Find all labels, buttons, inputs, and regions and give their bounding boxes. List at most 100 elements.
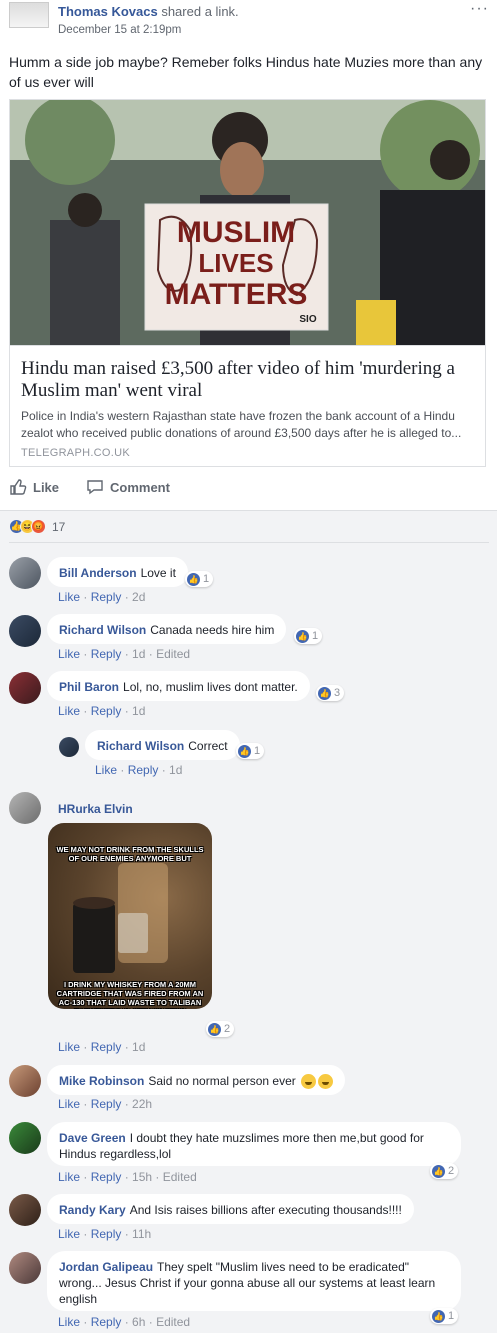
avatar[interactable] bbox=[9, 792, 41, 824]
comment-reactions[interactable]: 👍 2 bbox=[206, 1021, 235, 1037]
comment-bubble: Richard Wilson Canada needs hire him bbox=[47, 614, 287, 644]
avatar[interactable] bbox=[9, 615, 41, 647]
comment-button[interactable]: Comment bbox=[86, 478, 170, 496]
laughing-emoji-icon bbox=[318, 1074, 334, 1090]
angry-icon: 😡 bbox=[31, 519, 46, 534]
comment-image[interactable]: WE MAY NOT DRINK FROM THE SKULLS OF OUR … bbox=[48, 823, 212, 1009]
comment-meta: Like · Reply · 11h bbox=[58, 1227, 152, 1241]
comment-like-link[interactable]: Like bbox=[58, 647, 80, 661]
avatar[interactable] bbox=[9, 557, 41, 589]
avatar[interactable] bbox=[9, 1122, 41, 1154]
comment-reactions[interactable]: 👍 2 bbox=[430, 1163, 459, 1179]
comment-like-link[interactable]: Like bbox=[58, 1227, 80, 1241]
comment-edited[interactable]: Edited bbox=[156, 1315, 190, 1329]
post-actions: Like Comment bbox=[9, 478, 489, 500]
comment-reactions[interactable]: 👍 1 bbox=[185, 571, 214, 587]
comment-reactions[interactable]: 👍 1 bbox=[236, 743, 265, 759]
comment-time[interactable]: 1d bbox=[132, 647, 145, 661]
reply-bubble: Richard Wilson Correct bbox=[85, 730, 240, 760]
comment-text: Lol, no, muslim lives dont matter. bbox=[123, 680, 298, 694]
comment-time[interactable]: 2d bbox=[132, 590, 145, 604]
link-image[interactable]: MUSLIM LIVES MATTERS SIO bbox=[10, 100, 485, 345]
comment-icon bbox=[87, 480, 103, 495]
ellipsis-icon[interactable]: ··· bbox=[470, 0, 489, 18]
protest-photo: MUSLIM LIVES MATTERS SIO bbox=[10, 100, 485, 345]
avatar[interactable] bbox=[9, 1252, 41, 1284]
comment-reply-link[interactable]: Reply bbox=[91, 1170, 122, 1184]
like-icon: 👍 bbox=[296, 629, 309, 643]
comment-reactions[interactable]: 👍 3 bbox=[316, 685, 345, 701]
link-preview[interactable]: MUSLIM LIVES MATTERS SIO Hindu man raise… bbox=[9, 99, 486, 467]
comment-like-link[interactable]: Like bbox=[58, 1097, 80, 1111]
avatar[interactable] bbox=[9, 1065, 41, 1097]
commenter-name[interactable]: Bill Anderson bbox=[59, 566, 137, 580]
commenter-name[interactable]: HRurka Elvin bbox=[58, 802, 133, 816]
commenter-name[interactable]: Randy Kary bbox=[59, 1203, 126, 1217]
comment-time[interactable]: 6h bbox=[132, 1315, 145, 1329]
like-icon: 👍 bbox=[208, 1022, 221, 1036]
comment-time[interactable]: 1d bbox=[169, 763, 182, 777]
comment-like-link[interactable]: Like bbox=[58, 590, 80, 604]
comment-edited[interactable]: Edited bbox=[163, 1170, 197, 1184]
reaction-summary[interactable]: 👍 😆 😡 17 bbox=[9, 519, 65, 534]
comment-time[interactable]: 15h bbox=[132, 1170, 152, 1184]
comment-reply-link[interactable]: Reply bbox=[128, 763, 159, 777]
commenter-name[interactable]: Richard Wilson bbox=[59, 623, 146, 637]
commenter-name[interactable]: Mike Robinson bbox=[59, 1074, 144, 1088]
divider bbox=[9, 542, 489, 543]
avatar[interactable] bbox=[59, 737, 79, 757]
avatar[interactable] bbox=[9, 1194, 41, 1226]
comment-text: Correct bbox=[188, 739, 228, 753]
comment-bubble: Mike Robinson Said no normal person ever bbox=[47, 1065, 346, 1095]
comment-like-link[interactable]: Like bbox=[58, 704, 80, 718]
comment-meta: Like · Reply · 22h bbox=[58, 1097, 153, 1111]
link-title[interactable]: Hindu man raised £3,500 after video of h… bbox=[21, 358, 481, 402]
sign-line-2: LIVES bbox=[198, 248, 273, 278]
like-icon: 👍 bbox=[432, 1309, 445, 1323]
comment-bubble: Randy Kary And Isis raises billions after… bbox=[47, 1194, 414, 1224]
comment-meta: Like · Reply · 1d · Edited bbox=[58, 647, 191, 661]
like-icon: 👍 bbox=[238, 744, 251, 758]
avatar[interactable] bbox=[9, 672, 41, 704]
comment-reactions[interactable]: 👍 1 bbox=[294, 628, 323, 644]
comment-reply-link[interactable]: Reply bbox=[91, 590, 122, 604]
comment-reply-link[interactable]: Reply bbox=[91, 1097, 122, 1111]
post-timestamp[interactable]: December 15 at 2:19pm bbox=[58, 24, 181, 36]
comment-text: And Isis raises billions after executing… bbox=[129, 1203, 402, 1217]
commenter-name[interactable]: Phil Baron bbox=[59, 680, 119, 694]
comment-text: Said no normal person ever bbox=[148, 1074, 296, 1088]
like-button[interactable]: Like bbox=[9, 478, 59, 496]
comment-reply-link[interactable]: Reply bbox=[91, 704, 122, 718]
post-action: shared a bbox=[161, 4, 212, 19]
comment-label: Comment bbox=[110, 479, 170, 495]
commenter-name[interactable]: Jordan Galipeau bbox=[59, 1260, 153, 1274]
post-action-link[interactable]: link. bbox=[216, 4, 239, 19]
author-avatar[interactable] bbox=[9, 2, 49, 28]
comment-meta: Like · Reply · 1d bbox=[95, 763, 183, 777]
comment-reply-link[interactable]: Reply bbox=[91, 1315, 122, 1329]
comment-meta: Like · Reply · 1d bbox=[58, 1040, 146, 1054]
comment-time[interactable]: 11h bbox=[132, 1227, 151, 1241]
comment-like-link[interactable]: Like bbox=[58, 1170, 80, 1184]
comment-like-link[interactable]: Like bbox=[58, 1040, 80, 1054]
comment-reactions[interactable]: 👍 1 bbox=[430, 1308, 459, 1324]
like-icon: 👍 bbox=[318, 686, 331, 700]
comment-meta: Like · Reply · 6h · Edited bbox=[58, 1315, 191, 1329]
comment-like-link[interactable]: Like bbox=[58, 1315, 80, 1329]
comment-reply-link[interactable]: Reply bbox=[91, 1040, 122, 1054]
comment-edited[interactable]: Edited bbox=[156, 647, 190, 661]
link-body[interactable]: Hindu man raised £3,500 after video of h… bbox=[10, 345, 485, 466]
comment-reply-link[interactable]: Reply bbox=[91, 647, 122, 661]
comment-text: Love it bbox=[140, 566, 176, 580]
comment-reply-link[interactable]: Reply bbox=[91, 1227, 122, 1241]
reaction-count: 17 bbox=[52, 519, 66, 534]
comment-time[interactable]: 1d bbox=[132, 704, 145, 718]
commenter-name[interactable]: Richard Wilson bbox=[97, 739, 184, 753]
commenter-name[interactable]: Dave Green bbox=[59, 1131, 126, 1145]
comment-time[interactable]: 1d bbox=[132, 1040, 145, 1054]
comment-bubble: Bill Anderson Love it bbox=[47, 557, 188, 587]
comment-like-link[interactable]: Like bbox=[95, 763, 117, 777]
author-name[interactable]: Thomas Kovacs bbox=[58, 4, 158, 19]
like-label: Like bbox=[33, 479, 60, 495]
comment-time[interactable]: 22h bbox=[132, 1097, 152, 1111]
